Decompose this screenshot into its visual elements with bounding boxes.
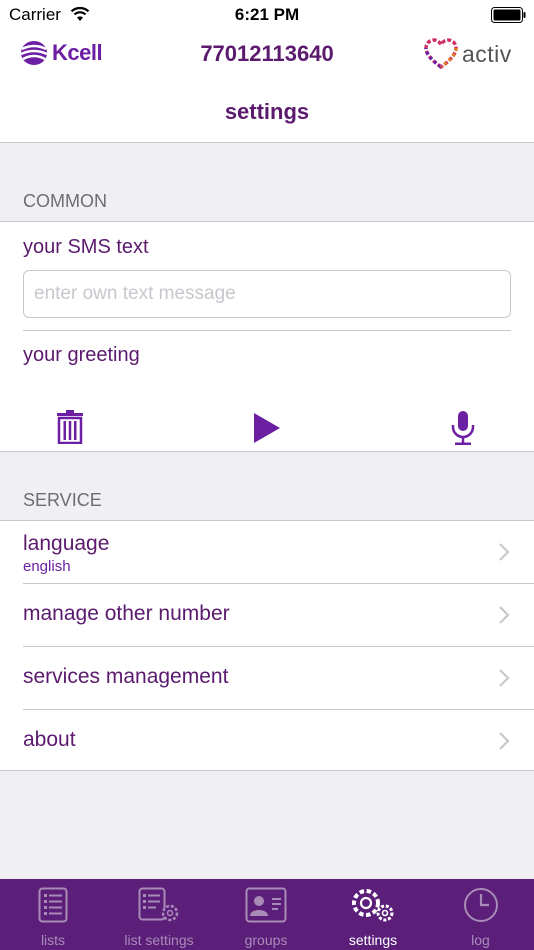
tab-settings[interactable]: settings	[320, 879, 426, 950]
status-time: 6:21 PM	[234, 5, 300, 24]
sms-text-input[interactable]	[23, 270, 511, 318]
status-bar: Carrier 6:21 PM	[0, 0, 534, 30]
activ-logo-text: activ	[462, 40, 512, 67]
page-title: settings	[224, 99, 310, 124]
list-settings-icon	[138, 887, 179, 922]
greeting-label: your greeting	[23, 344, 140, 366]
play-icon[interactable]	[252, 412, 282, 444]
tab-label: list settings	[124, 932, 194, 948]
service-row-label: services management	[23, 665, 229, 688]
section-header-service: SERVICE	[23, 490, 102, 510]
section-header-common: COMMON	[23, 191, 107, 211]
common-group: your SMS text your greeting	[0, 221, 534, 452]
clock-icon	[463, 888, 498, 922]
service-row-label: about	[23, 728, 76, 751]
microphone-icon[interactable]	[450, 410, 476, 446]
service-row-manage-other-number[interactable]: manage other number	[0, 584, 534, 647]
chevron-right-icon	[499, 606, 510, 624]
service-row-language[interactable]: language english	[0, 521, 534, 584]
service-group: language english manage other number ser…	[0, 520, 534, 771]
activ-logo: activ	[424, 38, 512, 70]
tab-lists[interactable]: lists	[0, 879, 106, 950]
activ-heart-icon	[424, 38, 458, 70]
sms-text-label: your SMS text	[23, 236, 149, 258]
tab-log[interactable]: log	[427, 879, 534, 950]
service-row-sublabel: english	[23, 558, 71, 575]
service-row-label: manage other number	[23, 602, 230, 625]
battery-icon	[491, 7, 526, 23]
tab-label: log	[471, 932, 490, 948]
header: Kcell 77012113640 activ settings	[0, 30, 534, 143]
service-row-about[interactable]: about	[0, 710, 534, 771]
tab-bar: lists list settings groups settings log	[0, 879, 534, 950]
trash-icon[interactable]	[55, 410, 85, 444]
tab-label: settings	[348, 932, 398, 948]
gears-icon	[352, 889, 394, 922]
tab-groups[interactable]: groups	[213, 879, 319, 950]
contact-card-icon	[245, 887, 287, 923]
divider	[23, 330, 511, 331]
chevron-right-icon	[499, 543, 510, 561]
chevron-right-icon	[499, 669, 510, 687]
chevron-right-icon	[499, 732, 510, 750]
list-icon	[38, 887, 68, 923]
tab-label: groups	[244, 932, 288, 948]
tab-label: lists	[40, 932, 66, 948]
service-row-label: language	[23, 532, 110, 555]
tab-list-settings[interactable]: list settings	[106, 879, 212, 950]
service-row-services-management[interactable]: services management	[0, 647, 534, 710]
